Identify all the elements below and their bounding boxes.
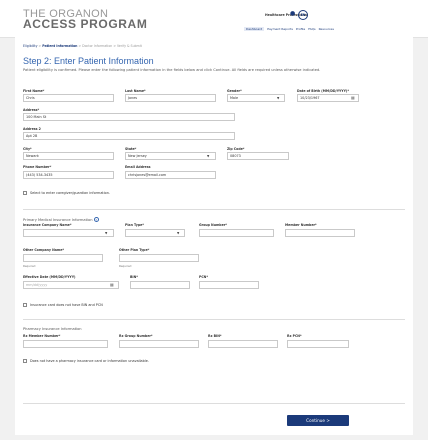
dob-input[interactable]: 10/23/1967 bbox=[297, 94, 359, 102]
rx-group-input[interactable] bbox=[119, 340, 199, 348]
form-card: Eligibility > Patient Information > Doct… bbox=[15, 37, 413, 435]
bin-label: BIN* bbox=[130, 275, 138, 279]
plan-type-select[interactable] bbox=[125, 229, 185, 237]
first-name-label: First Name* bbox=[23, 89, 45, 93]
nav-faqs[interactable]: FAQs bbox=[308, 27, 315, 31]
last-name-label: Last Name* bbox=[125, 89, 146, 93]
city-input[interactable]: Newark bbox=[23, 152, 114, 160]
pcn-input[interactable] bbox=[199, 281, 259, 289]
company-label: Insurance Company Name* bbox=[23, 223, 72, 227]
other-company-label: Other Company Name* bbox=[23, 248, 65, 252]
first-name-input[interactable]: Chris bbox=[23, 94, 114, 102]
effective-date-label: Effective Date (MM/DD/YYYY) bbox=[23, 275, 76, 279]
email-input[interactable]: chrisjones@email.com bbox=[125, 171, 216, 179]
pcn-label: PCN* bbox=[199, 275, 209, 279]
last-name-input[interactable]: Jones bbox=[125, 94, 216, 102]
rx-member-label: Rx Member Number* bbox=[23, 334, 61, 338]
nav-resources[interactable]: Resources bbox=[319, 27, 334, 31]
info-icon[interactable]: ? bbox=[93, 217, 99, 222]
other-plan-input[interactable] bbox=[119, 254, 199, 262]
medical-section-title: Primary Medical Insurance Information ? bbox=[23, 217, 99, 222]
plan-type-label: Plan Type* bbox=[125, 223, 144, 227]
nav-payment-reports[interactable]: Payment Reports bbox=[267, 27, 293, 31]
pharmacy-section-title: Pharmacy Insurance Information bbox=[23, 327, 82, 331]
city-label: City* bbox=[23, 147, 32, 151]
chevron-down-icon: ▼ bbox=[277, 96, 280, 100]
chevron-down-icon: ▼ bbox=[207, 154, 210, 158]
nav-dashboard[interactable]: Dashboard bbox=[244, 27, 265, 31]
breadcrumb: Eligibility > Patient Information > Doct… bbox=[23, 44, 142, 48]
rx-bin-input[interactable] bbox=[208, 340, 278, 348]
address-input[interactable]: 100 Main St bbox=[23, 113, 235, 121]
crumb-verify-submit: Verify & Submit bbox=[117, 44, 142, 48]
page-title: Step 2: Enter Patient Information bbox=[23, 56, 154, 66]
no-bin-checkbox[interactable] bbox=[23, 303, 27, 307]
required-hint: Required bbox=[119, 264, 132, 268]
logo-line-2: ACCESS PROGRAM bbox=[23, 17, 148, 31]
phone-input[interactable]: (443) 534-3435 bbox=[23, 171, 114, 179]
chevron-down-icon: ▼ bbox=[177, 231, 180, 235]
header: THE ORGANON ACCESS PROGRAM Healthcare Pr… bbox=[0, 0, 428, 38]
page-description: Patient eligibility is confirmed. Please… bbox=[23, 68, 321, 72]
other-company-input[interactable] bbox=[23, 254, 103, 262]
state-select[interactable]: New Jersey bbox=[125, 152, 216, 160]
continue-button[interactable]: Continue > bbox=[287, 415, 349, 426]
calendar-icon[interactable]: ▦ bbox=[110, 282, 114, 287]
bin-input[interactable] bbox=[130, 281, 190, 289]
address-label: Address* bbox=[23, 108, 40, 112]
divider bbox=[23, 319, 405, 320]
crumb-doctor-info: Doctor Information bbox=[82, 44, 113, 48]
caregiver-checkbox[interactable] bbox=[23, 191, 27, 195]
divider bbox=[23, 403, 405, 404]
other-plan-label: Other Plan Type* bbox=[119, 248, 150, 252]
dob-label: Date of Birth (MM/DD/YYYY)* bbox=[297, 89, 350, 93]
state-label: State* bbox=[125, 147, 137, 151]
address2-label: Address 2 bbox=[23, 127, 41, 131]
phone-label: Phone Number* bbox=[23, 165, 52, 169]
effective-date-input[interactable]: mm/dd/yyyy bbox=[23, 281, 119, 289]
rx-bin-label: Rx BIN* bbox=[208, 334, 222, 338]
rx-pcn-input[interactable] bbox=[287, 340, 349, 348]
crumb-patient-info: Patient Information bbox=[42, 44, 78, 48]
crumb-eligibility[interactable]: Eligibility bbox=[23, 44, 38, 48]
address2-input[interactable]: Apt 2B bbox=[23, 132, 235, 140]
email-label: Email Address bbox=[125, 165, 151, 169]
divider bbox=[23, 209, 405, 210]
user-icon[interactable]: ● bbox=[290, 11, 295, 17]
no-pharmacy-card-label: Does not have a pharmacy insurance card … bbox=[30, 359, 149, 363]
company-select[interactable] bbox=[23, 229, 114, 237]
top-nav: Dashboard Payment Reports Profile FAQs R… bbox=[244, 27, 334, 31]
group-number-input[interactable] bbox=[199, 229, 274, 237]
no-pharmacy-card-checkbox[interactable] bbox=[23, 359, 27, 363]
required-hint: Required bbox=[23, 264, 36, 268]
no-bin-checkbox-label: Insurance card does not have BIN and PCN bbox=[30, 303, 103, 307]
nav-profile[interactable]: Profile bbox=[296, 27, 305, 31]
caregiver-checkbox-label: Select to enter caregiver/guardian infor… bbox=[30, 191, 110, 195]
language-button[interactable]: EN bbox=[298, 10, 308, 20]
zip-input[interactable]: 08073 bbox=[227, 152, 289, 160]
group-number-label: Group Number* bbox=[199, 223, 227, 227]
member-number-input[interactable] bbox=[285, 229, 355, 237]
chevron-down-icon: ▼ bbox=[105, 231, 108, 235]
gender-label: Gender* bbox=[227, 89, 242, 93]
zip-label: Zip Code* bbox=[227, 147, 245, 151]
calendar-icon[interactable]: ▦ bbox=[351, 95, 355, 100]
rx-pcn-label: Rx PCN* bbox=[287, 334, 302, 338]
rx-group-label: Rx Group Number* bbox=[119, 334, 153, 338]
member-number-label: Member Number* bbox=[285, 223, 317, 227]
rx-member-input[interactable] bbox=[23, 340, 108, 348]
